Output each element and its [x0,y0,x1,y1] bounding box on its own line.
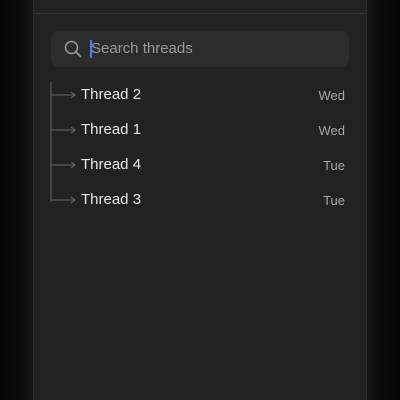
thread-date: Tue [323,193,345,208]
thread-list-item[interactable]: Thread 3 Tue [34,183,368,218]
thread-title: Thread 4 [81,156,142,173]
thread-title: Thread 3 [81,191,142,208]
device-bezel-right [367,0,400,400]
threads-panel: Search threads Thread 2 Wed Thread 1 Wed Thr… [33,0,367,400]
search-icon [64,40,82,58]
thread-list-item[interactable]: Thread 1 Wed [34,113,368,148]
device-bezel-left [0,0,33,400]
thread-list: Thread 2 Wed Thread 1 Wed Thread 4 Tue Thread … [34,78,368,218]
thread-list-item[interactable]: Thread 4 Tue [34,148,368,183]
thread-title: Thread 2 [81,86,142,103]
search-input[interactable]: Search threads [91,31,193,67]
header-divider [34,13,366,14]
device-frame: Search threads Thread 2 Wed Thread 1 Wed Thr… [0,0,400,400]
search-bar[interactable]: Search threads [51,31,349,67]
thread-date: Tue [323,158,345,173]
thread-date: Wed [318,88,346,103]
thread-title: Thread 1 [81,121,142,138]
thread-date: Wed [318,123,346,138]
thread-list-item[interactable]: Thread 2 Wed [34,78,368,113]
